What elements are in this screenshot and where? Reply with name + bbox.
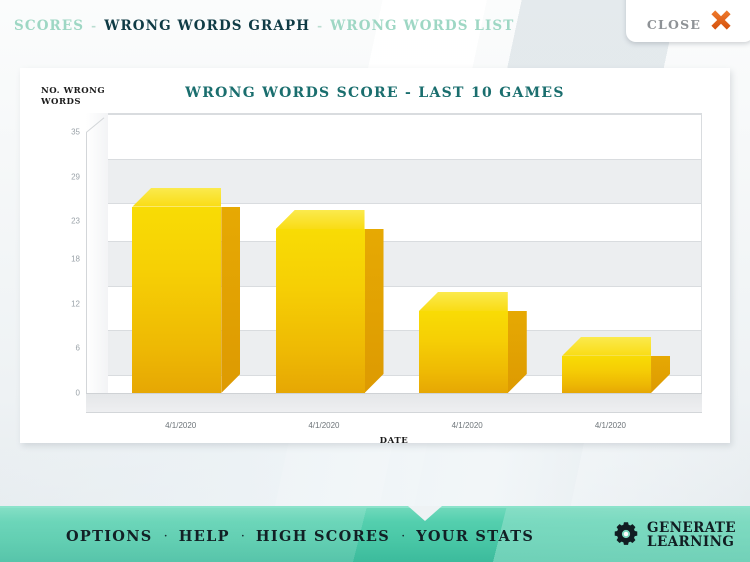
y-tick-label: 18 [71, 254, 80, 264]
footer-bar: OPTIONS · HELP · HIGH SCORES · YOUR STAT… [0, 506, 750, 562]
footer-nav: OPTIONS · HELP · HIGH SCORES · YOUR STAT… [66, 508, 534, 562]
y-tick-label: 29 [71, 172, 80, 182]
generate-learning-logo[interactable]: GENERATE LEARNING [613, 508, 736, 562]
close-button-label: CLOSE [646, 17, 702, 32]
logo-text: GENERATE LEARNING [647, 521, 736, 550]
bar-side-face [221, 207, 240, 393]
x-tick-label: 4/1/2020 [308, 421, 340, 430]
breadcrumb-separator: - [91, 19, 98, 33]
breadcrumb-item-wrong-words-list[interactable]: WRONG WORDS LIST [330, 18, 514, 34]
bar [562, 336, 651, 393]
nav-separator: · [401, 528, 406, 544]
bar-side-face [365, 229, 384, 393]
y-tick-label: 6 [75, 343, 80, 353]
chart-floor [86, 393, 702, 413]
plot-area: 35 29 23 18 12 6 0 4/1/2020 4/1/2020 4/1/2020 4/1… [71, 113, 702, 446]
nav-separator: · [240, 528, 245, 544]
x-tick-label: 4/1/2020 [451, 421, 483, 430]
gridline [108, 114, 701, 115]
x-tick-label: 4/1/2020 [594, 421, 626, 430]
nav-separator: · [163, 528, 168, 544]
breadcrumb-item-scores[interactable]: SCORES [14, 18, 84, 34]
breadcrumb-separator: - [317, 19, 324, 33]
bar [132, 187, 221, 393]
gear-icon [613, 521, 639, 551]
breadcrumb: SCORES - WRONG WORDS GRAPH - WRONG WORDS… [14, 18, 514, 34]
close-button[interactable]: CLOSE [626, 0, 750, 42]
breadcrumb-item-wrong-words-graph[interactable]: WRONG WORDS GRAPH [104, 18, 310, 34]
y-tick-label: 23 [71, 216, 80, 226]
y-tick-label: 35 [71, 127, 80, 137]
nav-item-high-scores[interactable]: HIGH SCORES [256, 528, 390, 545]
close-x-icon [709, 8, 733, 32]
x-tick-label: 4/1/2020 [165, 421, 197, 430]
y-tick-label: 12 [71, 299, 80, 308]
nav-item-options[interactable]: OPTIONS [66, 528, 153, 545]
gridline [108, 158, 701, 160]
bar [275, 209, 365, 393]
y-tick-label: 0 [75, 388, 80, 398]
chart-left-wall [86, 113, 109, 413]
chart-card: NO. WRONG WORDS WRONG WORDS SCORE - LAST… [20, 68, 730, 446]
nav-item-your-stats[interactable]: YOUR STATS [416, 528, 534, 545]
x-axis-title: DATE [379, 436, 409, 446]
logo-line-2: LEARNING [647, 534, 735, 550]
nav-item-help[interactable]: HELP [179, 528, 230, 545]
bar [418, 291, 508, 393]
chart-title: WRONG WORDS SCORE - LAST 10 GAMES [185, 85, 565, 101]
